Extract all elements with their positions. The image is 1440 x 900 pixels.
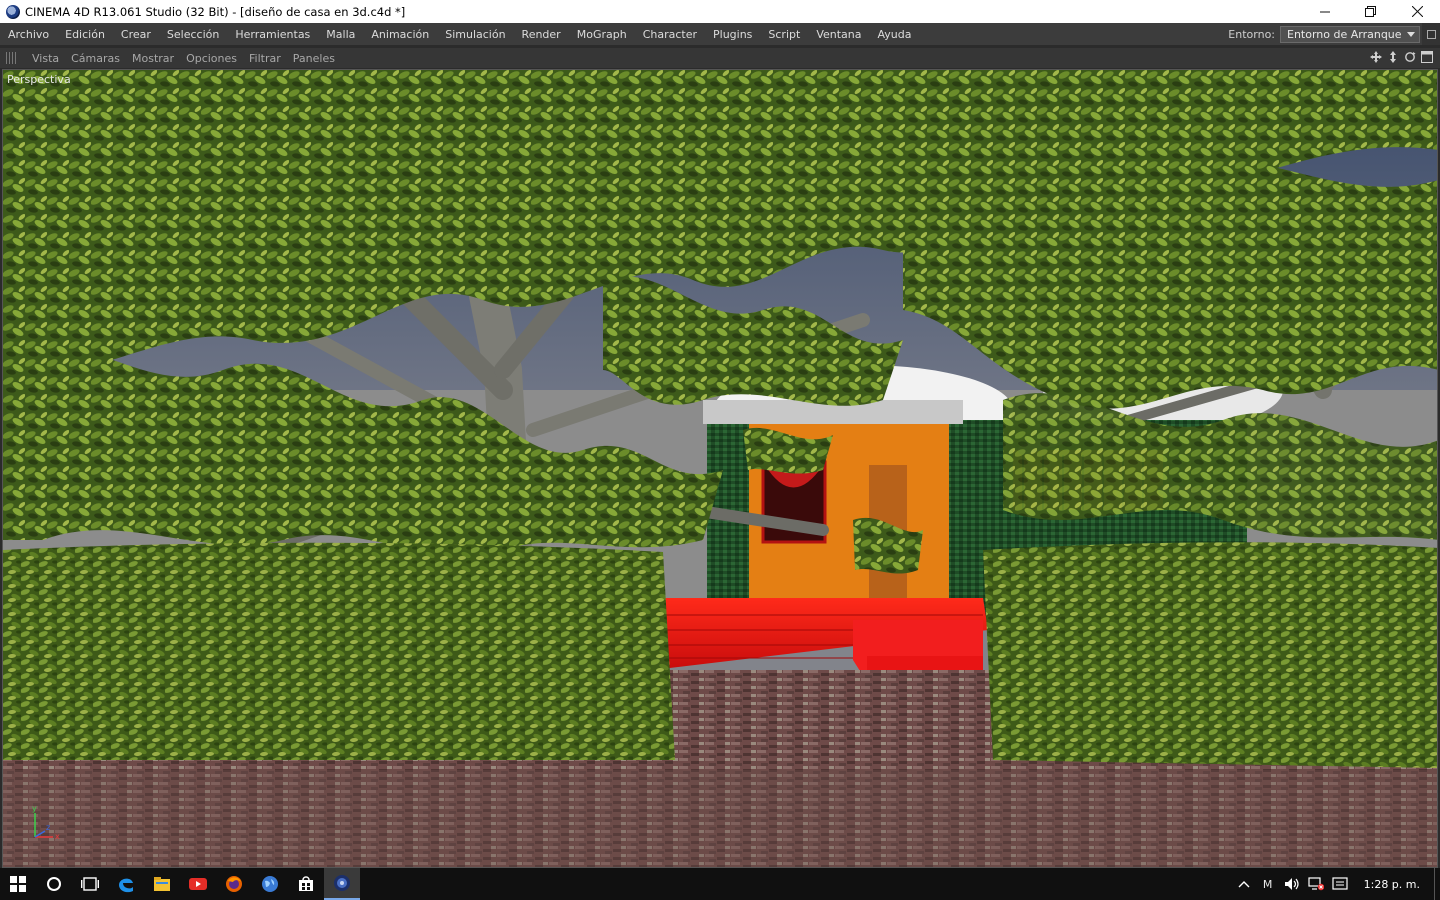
edge-icon[interactable] — [108, 868, 144, 900]
viewport-menu-vista[interactable]: Vista — [26, 52, 65, 65]
menu-character[interactable]: Character — [635, 28, 705, 41]
viewport-menu-opciones[interactable]: Opciones — [180, 52, 243, 65]
scene-render — [3, 70, 1437, 867]
window-title: CINEMA 4D R13.061 Studio (32 Bit) - [dis… — [25, 4, 406, 19]
menu-plugins[interactable]: Plugins — [705, 28, 760, 41]
environment-value: Entorno de Arranque — [1287, 27, 1402, 41]
cinema4d-app-icon — [6, 4, 20, 19]
menu-render[interactable]: Render — [514, 28, 569, 41]
axis-x-label: x — [55, 832, 60, 841]
network-icon[interactable] — [1304, 868, 1328, 900]
firefox-icon[interactable] — [216, 868, 252, 900]
menu-ventana[interactable]: Ventana — [808, 28, 869, 41]
viewport-menu-mostrar[interactable]: Mostrar — [126, 52, 180, 65]
menu-archivo[interactable]: Archivo — [0, 28, 57, 41]
meet-icon[interactable]: M — [1256, 868, 1280, 900]
restore-icon[interactable] — [1348, 0, 1394, 23]
viewport-label: Perspectiva — [7, 73, 71, 86]
menu-ayuda[interactable]: Ayuda — [870, 28, 920, 41]
tray-m-label: M — [1262, 877, 1273, 891]
menu-script[interactable]: Script — [760, 28, 808, 41]
window-controls — [1302, 0, 1440, 23]
taskbar-clock[interactable]: 1:28 p. m. — [1352, 878, 1434, 891]
menu-simulacion[interactable]: Simulación — [437, 28, 513, 41]
dolly-view-icon[interactable] — [1386, 50, 1400, 64]
viewport-menu-filtrar[interactable]: Filtrar — [243, 52, 287, 65]
menu-crear[interactable]: Crear — [113, 28, 159, 41]
axis-gizmo: y x z — [25, 805, 65, 845]
task-view-icon[interactable] — [72, 868, 108, 900]
viewport-menu-camaras[interactable]: Cámaras — [65, 52, 126, 65]
cinema4d-icon[interactable] — [324, 868, 360, 900]
grip-handle-icon[interactable] — [6, 52, 16, 64]
rotate-view-icon[interactable] — [1403, 50, 1417, 64]
search-icon[interactable] — [36, 868, 72, 900]
environment-selector: Entorno: Entorno de Arranque — [1228, 23, 1440, 45]
menu-edicion[interactable]: Edición — [57, 28, 113, 41]
menu-malla[interactable]: Malla — [318, 28, 363, 41]
close-icon[interactable] — [1394, 0, 1440, 23]
move-view-icon[interactable] — [1369, 50, 1383, 64]
viewport-menu-bar: Vista Cámaras Mostrar Opciones Filtrar P… — [0, 48, 1440, 68]
panel-layout-icon[interactable] — [1422, 23, 1440, 45]
show-desktop-button[interactable] — [1434, 868, 1440, 900]
viewport-nav-icons — [1369, 50, 1434, 64]
maximize-view-icon[interactable] — [1420, 50, 1434, 64]
environment-label: Entorno: — [1228, 27, 1275, 41]
menu-mograph[interactable]: MoGraph — [569, 28, 635, 41]
globe-icon[interactable] — [252, 868, 288, 900]
perspective-viewport[interactable]: Perspectiva y x z — [2, 69, 1438, 868]
minimize-icon[interactable] — [1302, 0, 1348, 23]
file-explorer-icon[interactable] — [144, 868, 180, 900]
windows-start-icon[interactable] — [0, 868, 36, 900]
environment-dropdown[interactable]: Entorno de Arranque — [1280, 25, 1420, 43]
axis-y-label: y — [32, 805, 37, 813]
viewport-menu-paneles[interactable]: Paneles — [287, 52, 341, 65]
main-menu-bar: Archivo Edición Crear Selección Herramie… — [0, 23, 1440, 45]
menu-animacion[interactable]: Animación — [363, 28, 437, 41]
notification-icon[interactable] — [1328, 868, 1352, 900]
chevron-up-icon[interactable] — [1232, 868, 1256, 900]
store-icon[interactable] — [288, 868, 324, 900]
windows-taskbar: M 1:28 p. m. — [0, 868, 1440, 900]
axis-z-label: z — [46, 823, 50, 832]
volume-icon[interactable] — [1280, 868, 1304, 900]
system-tray: M 1:28 p. m. — [1232, 868, 1440, 900]
menu-herramientas[interactable]: Herramientas — [227, 28, 318, 41]
chevron-down-icon — [1407, 31, 1415, 37]
menu-seleccion[interactable]: Selección — [159, 28, 227, 41]
title-bar: CINEMA 4D R13.061 Studio (32 Bit) - [dis… — [0, 0, 1440, 23]
youtube-icon[interactable] — [180, 868, 216, 900]
